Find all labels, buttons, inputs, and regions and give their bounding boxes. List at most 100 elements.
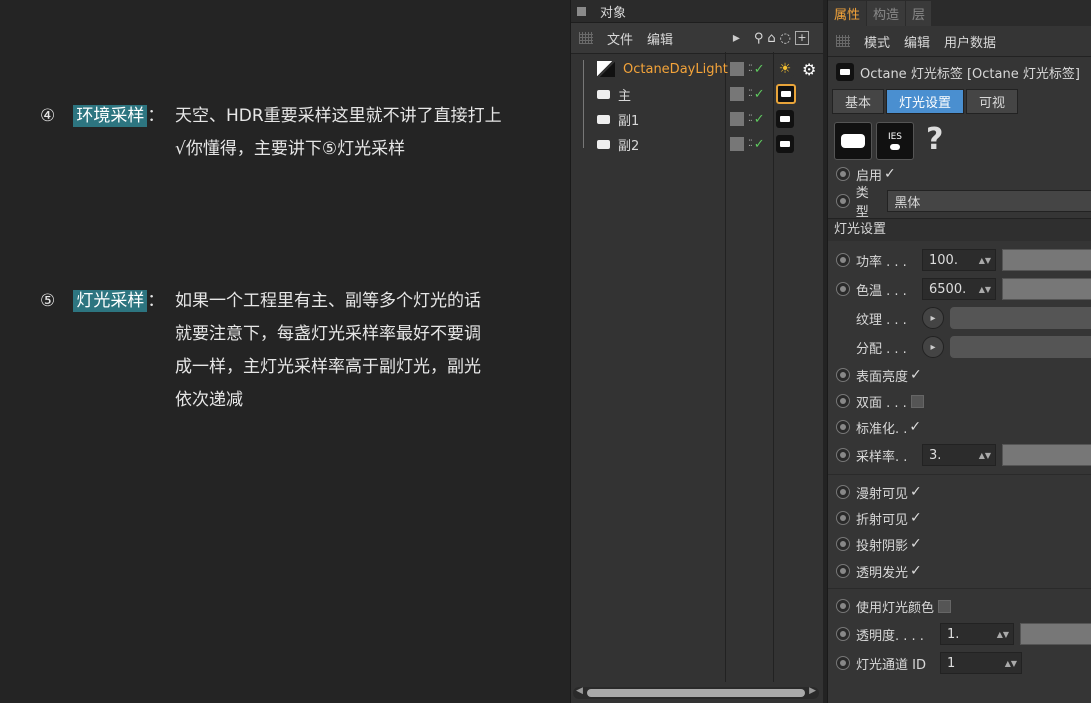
- object-row-daylight[interactable]: OctaneDayLight ⁚⁚ ✓ ☀ ⚙: [571, 57, 821, 81]
- spinner-icon[interactable]: ▲▼: [979, 256, 991, 265]
- area-light-icon[interactable]: [834, 122, 872, 160]
- spinner-icon[interactable]: ▲▼: [1005, 659, 1017, 668]
- power-field[interactable]: 100. ▲▼: [922, 249, 996, 271]
- octane-light-tag-icon[interactable]: [776, 110, 794, 128]
- light-pass-id-field[interactable]: 1 ▲▼: [940, 652, 1022, 674]
- refraction-visible-checkbox[interactable]: ✓: [910, 510, 922, 526]
- keyframe-radio-icon[interactable]: [836, 282, 850, 296]
- object-name[interactable]: 主: [597, 85, 631, 104]
- tab-layers[interactable]: 层: [906, 1, 932, 26]
- texture-slot[interactable]: [950, 307, 1091, 329]
- keyframe-radio-icon[interactable]: [836, 368, 850, 382]
- type-dropdown[interactable]: 黑体: [887, 190, 1091, 212]
- double-sided-checkbox[interactable]: [910, 394, 924, 408]
- layer-icon[interactable]: [730, 112, 744, 126]
- sampling-rate-slider[interactable]: [1002, 444, 1091, 466]
- keyframe-radio-icon[interactable]: [836, 448, 850, 462]
- expand-arrow-icon[interactable]: ▸: [733, 30, 740, 46]
- subtab-basic[interactable]: 基本: [832, 89, 885, 114]
- surface-brightness-checkbox[interactable]: ✓: [910, 367, 922, 383]
- temperature-slider[interactable]: [1002, 278, 1091, 300]
- keyframe-radio-icon[interactable]: [836, 420, 850, 434]
- menu-user-data[interactable]: 用户数据: [944, 32, 996, 51]
- layer-icon[interactable]: [730, 87, 744, 101]
- object-row-sub2[interactable]: 副2 ⁚⁚ ✓: [571, 132, 821, 156]
- enabled-check-icon[interactable]: ✓: [754, 87, 765, 102]
- object-name[interactable]: 副1: [597, 110, 639, 129]
- keyframe-radio-icon[interactable]: [836, 394, 850, 408]
- visibility-toggles[interactable]: ⁚⁚ ✓: [730, 112, 765, 127]
- enabled-check-icon[interactable]: ✓: [754, 112, 765, 127]
- subtab-visibility[interactable]: 可视: [966, 89, 1019, 114]
- sun-tag-icon[interactable]: ☀: [776, 60, 794, 78]
- layer-icon[interactable]: [730, 137, 744, 151]
- menu-file[interactable]: 文件: [607, 29, 633, 48]
- distribution-link-button[interactable]: ▸: [922, 336, 944, 358]
- use-light-color-checkbox[interactable]: [938, 599, 952, 613]
- distribution-slot[interactable]: [950, 336, 1091, 358]
- object-name[interactable]: OctaneDayLight: [597, 61, 728, 77]
- spinner-icon[interactable]: ▲▼: [997, 630, 1009, 639]
- object-row-sub1[interactable]: 副1 ⁚⁚ ✓: [571, 107, 821, 131]
- subtab-light-settings[interactable]: 灯光设置: [886, 89, 965, 114]
- new-window-icon[interactable]: +: [795, 31, 809, 45]
- horizontal-scrollbar[interactable]: ◀ ▶: [573, 686, 819, 699]
- octane-light-tag-icon[interactable]: [776, 135, 794, 153]
- tab-attributes[interactable]: 属性: [828, 1, 867, 26]
- tab-structure[interactable]: 构造: [867, 1, 906, 26]
- visibility-toggles[interactable]: ⁚⁚ ✓: [730, 87, 765, 102]
- transparent-emission-checkbox[interactable]: ✓: [910, 563, 922, 579]
- menu-edit[interactable]: 编辑: [904, 32, 930, 51]
- menu-grip-icon[interactable]: [836, 35, 850, 47]
- texture-link-button[interactable]: ▸: [922, 307, 944, 329]
- enabled-check-icon[interactable]: ✓: [754, 62, 765, 77]
- visibility-dots-icon[interactable]: ⁚⁚: [748, 139, 753, 149]
- keyframe-radio-icon[interactable]: [836, 627, 850, 641]
- spinner-icon[interactable]: ▲▼: [979, 285, 991, 294]
- menu-edit[interactable]: 编辑: [647, 29, 673, 48]
- visibility-dots-icon[interactable]: ⁚⁚: [748, 64, 753, 74]
- visibility-dots-icon[interactable]: ⁚⁚: [748, 89, 753, 99]
- ies-light-icon[interactable]: IES: [876, 122, 914, 160]
- keyframe-radio-icon[interactable]: [836, 599, 850, 613]
- scroll-right-icon[interactable]: ▶: [809, 686, 816, 696]
- keyframe-radio-icon[interactable]: [836, 537, 850, 551]
- object-name[interactable]: 副2: [597, 135, 639, 154]
- cast-shadow-checkbox[interactable]: ✓: [910, 536, 922, 552]
- visibility-toggles[interactable]: ⁚⁚ ✓: [730, 137, 765, 152]
- enable-checkbox[interactable]: ✓: [884, 166, 896, 182]
- keyframe-radio-icon[interactable]: [836, 656, 850, 670]
- object-row-main[interactable]: 主 ⁚⁚ ✓: [571, 82, 821, 106]
- panel-grip-icon[interactable]: [577, 6, 586, 16]
- enabled-check-icon[interactable]: ✓: [754, 137, 765, 152]
- keyframe-radio-icon[interactable]: [836, 511, 850, 525]
- normalize-checkbox[interactable]: ✓: [909, 419, 921, 435]
- power-slider[interactable]: [1002, 249, 1091, 271]
- temperature-field[interactable]: 6500. ▲▼: [922, 278, 996, 300]
- keyframe-radio-icon[interactable]: [836, 564, 850, 578]
- octane-light-tag-icon[interactable]: [776, 84, 796, 104]
- home-icon[interactable]: ⌂: [767, 31, 775, 46]
- gear-tag-icon[interactable]: ⚙: [802, 60, 816, 79]
- eye-icon[interactable]: ◌: [780, 31, 791, 46]
- menu-mode[interactable]: 模式: [864, 32, 890, 51]
- transparent-emission-row: 透明发光 ✓: [836, 560, 922, 582]
- keyframe-radio-icon[interactable]: [836, 485, 850, 499]
- keyframe-radio-icon[interactable]: [836, 194, 850, 208]
- spinner-icon[interactable]: ▲▼: [979, 451, 991, 460]
- scrollbar-thumb[interactable]: [587, 689, 805, 697]
- keyframe-radio-icon[interactable]: [836, 253, 850, 267]
- opacity-field[interactable]: 1. ▲▼: [940, 623, 1014, 645]
- menu-grip-icon[interactable]: [579, 32, 593, 44]
- visibility-toggles[interactable]: ⁚⁚ ✓: [730, 62, 765, 77]
- help-icon[interactable]: ?: [926, 122, 943, 160]
- sampling-rate-field[interactable]: 3. ▲▼: [922, 444, 996, 466]
- opacity-slider[interactable]: [1020, 623, 1091, 645]
- search-icon[interactable]: ⚲: [754, 31, 764, 46]
- section-light-settings[interactable]: 灯光设置: [828, 218, 1091, 241]
- diffuse-visible-checkbox[interactable]: ✓: [910, 484, 922, 500]
- scroll-left-icon[interactable]: ◀: [576, 686, 583, 696]
- layer-icon[interactable]: [730, 62, 744, 76]
- visibility-dots-icon[interactable]: ⁚⁚: [748, 114, 753, 124]
- keyframe-radio-icon[interactable]: [836, 167, 850, 181]
